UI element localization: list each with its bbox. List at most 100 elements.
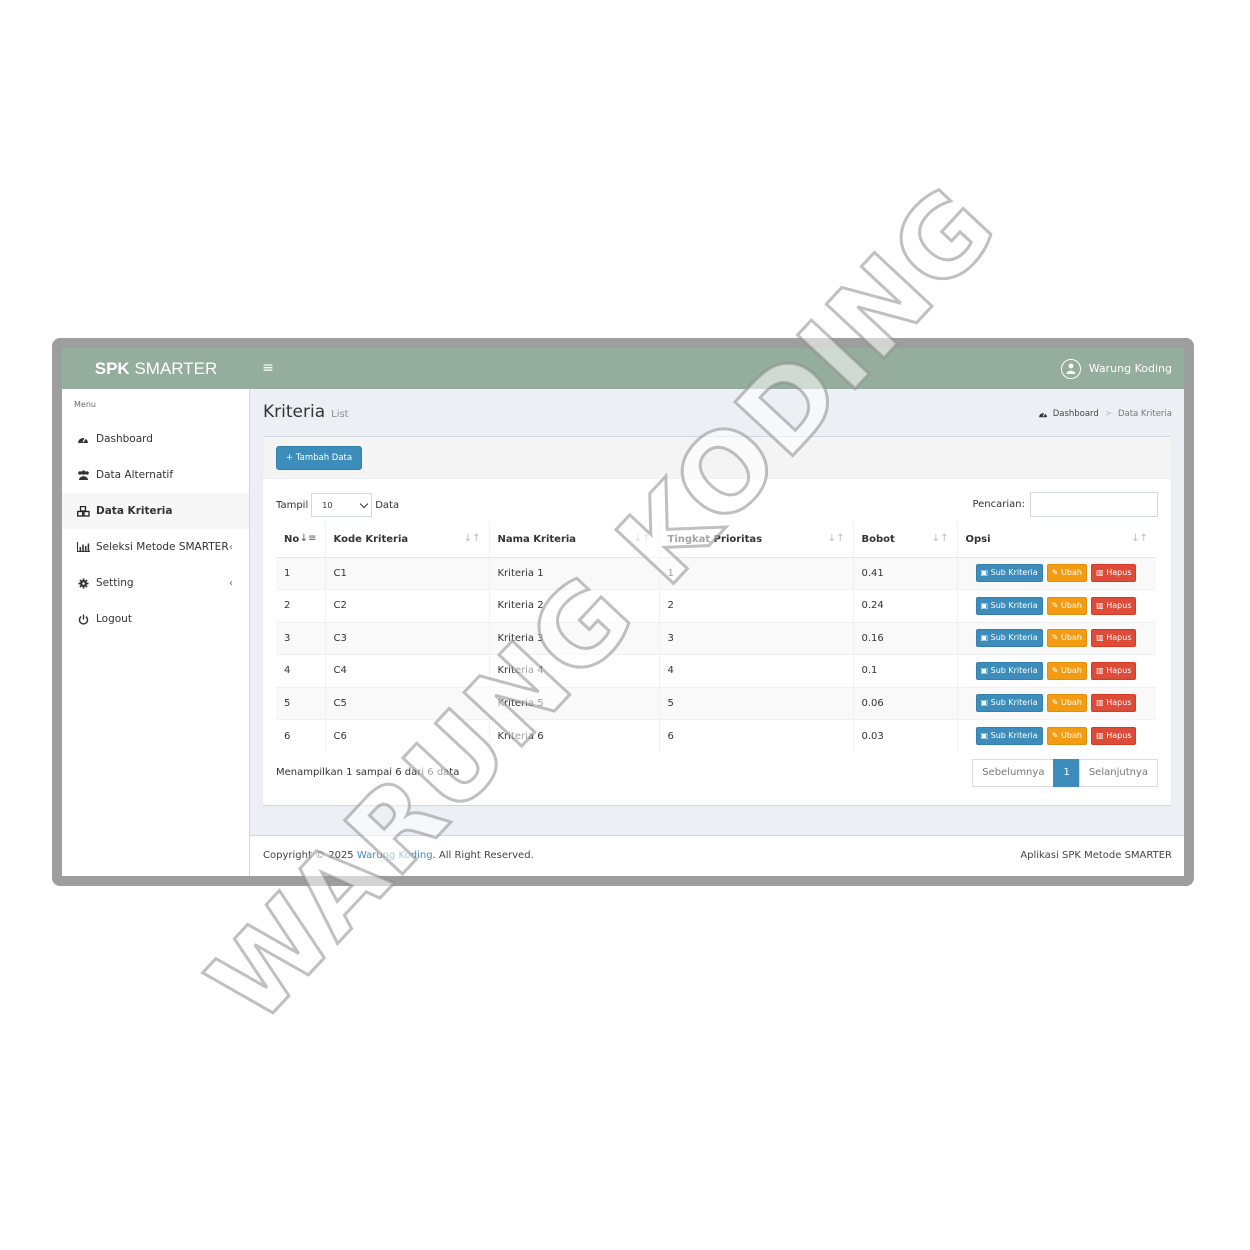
chevron-left-icon: ‹ (229, 541, 233, 553)
user-menu[interactable]: Warung Koding (1060, 348, 1172, 389)
header-label: Tingkat Prioritas (667, 534, 763, 546)
column-header-no[interactable]: No ↓≡ (276, 523, 325, 558)
cell-no: 4 (276, 654, 325, 687)
sidebar-item-data-kriteria[interactable]: Data Kriteria (62, 493, 249, 529)
cell-opsi: ▣ Sub Kriteria ✎ Ubah ▥ Hapus (956, 686, 1156, 720)
sort-icon: ↓↑ (463, 533, 481, 544)
sort-icon: ↓↑ (827, 533, 845, 544)
logo-text: SMARTER (134, 359, 218, 378)
sort-icon: ↓↑ (633, 533, 651, 544)
header-label: Kode Kriteria (333, 534, 409, 546)
cubes-icon (76, 505, 90, 517)
edit-button[interactable]: ✎ Ubah (1046, 629, 1087, 648)
breadcrumb-home[interactable]: Dashboard (1053, 409, 1099, 419)
sidebar-item-dashboard[interactable]: Dashboard (62, 421, 249, 457)
table-info: Menampilkan 1 sampai 6 dari 6 data (276, 767, 460, 778)
footer-link[interactable]: Warung Koding (357, 850, 433, 861)
delete-button[interactable]: ▥ Hapus (1091, 694, 1137, 713)
page-length-select[interactable]: 10 (311, 493, 373, 517)
delete-button[interactable]: ▥ Hapus (1091, 564, 1137, 583)
sub-kriteria-button[interactable]: ▣ Sub Kriteria (975, 596, 1043, 615)
column-header-prioritas[interactable]: Tingkat Prioritas ↓↑ (658, 523, 853, 558)
sidebar-header: Menu (74, 400, 96, 409)
edit-button[interactable]: ✎ Ubah (1046, 694, 1087, 713)
footer-copyright: Copyright © 2025 Warung Koding. All Righ… (263, 850, 534, 861)
button-label: Sub Kriteria (990, 731, 1038, 740)
users-icon (76, 470, 90, 480)
cell-bobot: 0.06 (852, 686, 957, 720)
cell-prioritas: 2 (658, 589, 853, 622)
sub-kriteria-button[interactable]: ▣ Sub Kriteria (975, 727, 1043, 745)
cell-opsi: ▣ Sub Kriteria ✎ Ubah ▥ Hapus (956, 621, 1156, 655)
cube-icon: ▣ (980, 568, 991, 578)
table-row: 3 C3 Kriteria 3 3 0.16 ▣ Sub Kriteria ✎ Ubah … (276, 621, 1156, 655)
logo-bold: SPK (94, 359, 130, 378)
header-label: No (284, 534, 300, 546)
next-page-button[interactable]: Selanjutnya (1078, 759, 1158, 787)
button-label: Hapus (1106, 731, 1132, 740)
delete-button[interactable]: ▥ Hapus (1091, 596, 1137, 615)
cell-nama: Kriteria 6 (488, 719, 659, 752)
column-header-nama[interactable]: Nama Kriteria ↓↑ (488, 523, 659, 558)
delete-button[interactable]: ▥ Hapus (1091, 661, 1137, 680)
column-header-opsi[interactable]: Opsi ↓↑ (956, 523, 1156, 558)
delete-button[interactable]: ▥ Hapus (1091, 629, 1137, 648)
search-input[interactable] (1030, 492, 1158, 517)
cell-no: 2 (276, 589, 325, 622)
footer-suffix: . All Right Reserved. (432, 850, 534, 861)
box-header: + Tambah Data (263, 437, 1171, 479)
cell-nama: Kriteria 4 (488, 654, 659, 687)
column-header-kode[interactable]: Kode Kriteria ↓↑ (324, 523, 489, 558)
menu-toggle-icon[interactable]: ≡ (260, 348, 276, 389)
sort-icon: ↓↑ (931, 533, 949, 544)
table-row: 4 C4 Kriteria 4 4 0.1 ▣ Sub Kriteria ✎ Ubah ▥… (276, 654, 1156, 687)
add-data-button[interactable]: + Tambah Data (276, 446, 363, 470)
trash-icon: ▥ (1096, 698, 1107, 708)
length-label: Tampil (276, 499, 309, 511)
sidebar-item-label: Data Alternatif (96, 469, 174, 481)
bar-chart-icon (76, 542, 90, 552)
kriteria-box: + Tambah Data Tampil 10 Data Pencarian: (263, 436, 1171, 805)
search-label: Pencarian: (972, 499, 1025, 510)
cell-no: 1 (276, 556, 325, 590)
cell-opsi: ▣ Sub Kriteria ✎ Ubah ▥ Hapus (956, 556, 1156, 590)
trash-icon: ▥ (1096, 731, 1107, 740)
sidebar-item-label: Seleksi Metode SMARTER (96, 541, 229, 553)
cell-kode: C6 (324, 719, 489, 752)
button-label: Ubah (1061, 698, 1082, 708)
edit-icon: ✎ (1051, 633, 1062, 643)
sub-kriteria-button[interactable]: ▣ Sub Kriteria (975, 661, 1043, 680)
sidebar-item-logout[interactable]: Logout (62, 601, 249, 637)
header-label: Nama Kriteria (497, 534, 577, 546)
edit-icon: ✎ (1051, 665, 1062, 675)
delete-button[interactable]: ▥ Hapus (1091, 727, 1137, 745)
cell-opsi: ▣ Sub Kriteria ✎ Ubah ▥ Hapus (956, 589, 1156, 622)
sidebar-item-label: Dashboard (96, 433, 153, 445)
sidebar-item-label: Data Kriteria (96, 505, 173, 517)
cell-nama: Kriteria 1 (488, 556, 659, 590)
cell-no: 5 (276, 686, 325, 720)
edit-button[interactable]: ✎ Ubah (1046, 564, 1087, 583)
cell-opsi: ▣ Sub Kriteria ✎ Ubah ▥ Hapus (956, 719, 1156, 752)
prev-page-button[interactable]: Sebelumnya (972, 759, 1055, 787)
user-avatar-icon (1060, 358, 1081, 379)
trash-icon: ▥ (1096, 665, 1107, 675)
edit-button[interactable]: ✎ Ubah (1046, 596, 1087, 615)
sidebar-item-seleksi-metode[interactable]: Seleksi Metode SMARTER ‹ (62, 529, 249, 565)
breadcrumb-separator: > (1104, 409, 1112, 419)
sub-kriteria-button[interactable]: ▣ Sub Kriteria (975, 564, 1043, 583)
sub-kriteria-button[interactable]: ▣ Sub Kriteria (975, 629, 1043, 648)
sidebar-item-setting[interactable]: Setting ‹ (62, 565, 249, 601)
cell-nama: Kriteria 3 (488, 621, 659, 655)
edit-button[interactable]: ✎ Ubah (1046, 661, 1087, 680)
table-row: 6 C6 Kriteria 6 6 0.03 ▣ Sub Kriteria ✎ Ubah … (276, 719, 1156, 752)
sub-kriteria-button[interactable]: ▣ Sub Kriteria (975, 694, 1043, 713)
column-header-bobot[interactable]: Bobot ↓↑ (852, 523, 957, 558)
app-logo[interactable]: SPK SMARTER (62, 348, 250, 389)
cell-prioritas: 1 (658, 556, 853, 590)
cube-icon: ▣ (980, 633, 991, 643)
edit-button[interactable]: ✎ Ubah (1046, 727, 1087, 745)
page-button[interactable]: 1 (1053, 759, 1080, 787)
sort-icon: ↓↑ (1131, 533, 1148, 544)
sidebar-item-data-alternatif[interactable]: Data Alternatif (62, 457, 249, 493)
